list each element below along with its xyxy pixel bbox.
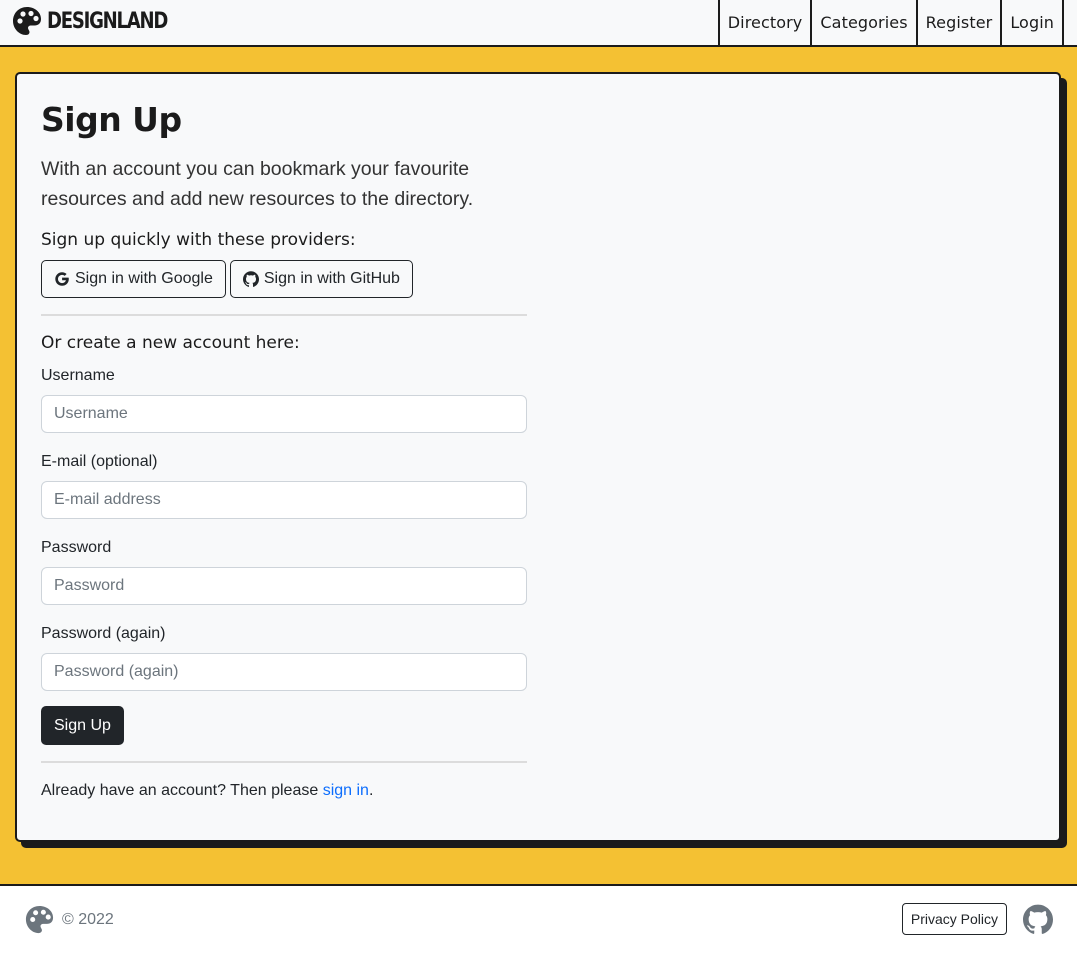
username-label: Username [41,367,115,384]
main-band: Sign Up With an account you can bookmark… [0,47,1077,884]
email-label: E-mail (optional) [41,453,158,470]
google-signin-button[interactable]: Sign in with Google [41,260,226,298]
top-navbar: DESIGNLAND Directory Categories Register… [0,0,1077,47]
palette-icon [25,905,54,934]
privacy-policy-button[interactable]: Privacy Policy [901,903,1007,935]
nav-login[interactable]: Login [1000,0,1064,45]
brand-logo-link[interactable]: DESIGNLAND [11,5,194,37]
footer-brand: © 2022 [24,904,114,935]
password-label: Password [41,539,112,556]
copyright: © 2022 [62,910,114,928]
github-icon [242,271,259,287]
brand-name: DESIGNLAND [47,8,168,34]
provider-buttons: Sign in with Google Sign in with GitHub [41,260,413,298]
divider-bottom [41,761,527,763]
nav-register[interactable]: Register [915,0,1001,45]
form-heading: Or create a new account here: [41,333,300,353]
providers-heading: Sign up quickly with these providers: [41,230,356,250]
palette-icon [13,7,41,35]
signin-prompt: Already have an account? Then please sig… [41,782,373,800]
password-again-label: Password (again) [41,625,166,642]
page-lead: With an account you can bookmark your fa… [41,158,474,210]
page-title: Sign Up [41,100,182,139]
main-nav: Directory Categories Register Login [717,0,1064,45]
username-input[interactable] [41,395,527,433]
email-input[interactable] [41,481,527,519]
github-icon[interactable] [1023,904,1053,934]
signup-submit-button[interactable]: Sign Up [41,706,124,745]
nav-directory[interactable]: Directory [717,0,811,45]
signin-prefix: Already have an account? Then please [41,782,323,799]
password-again-input[interactable] [41,653,527,691]
footer: © 2022 Privacy Policy [0,884,1077,957]
password-input[interactable] [41,567,527,605]
google-icon [54,271,70,287]
github-signin-button[interactable]: Sign in with GitHub [229,260,413,298]
github-signin-label: Sign in with GitHub [263,270,400,287]
google-signin-label: Sign in with Google [75,270,213,287]
divider-top [41,314,527,316]
nav-categories[interactable]: Categories [810,0,915,45]
signup-card: Sign Up With an account you can bookmark… [15,72,1061,842]
signin-link[interactable]: sign in [323,782,369,799]
signin-suffix: . [368,782,374,799]
